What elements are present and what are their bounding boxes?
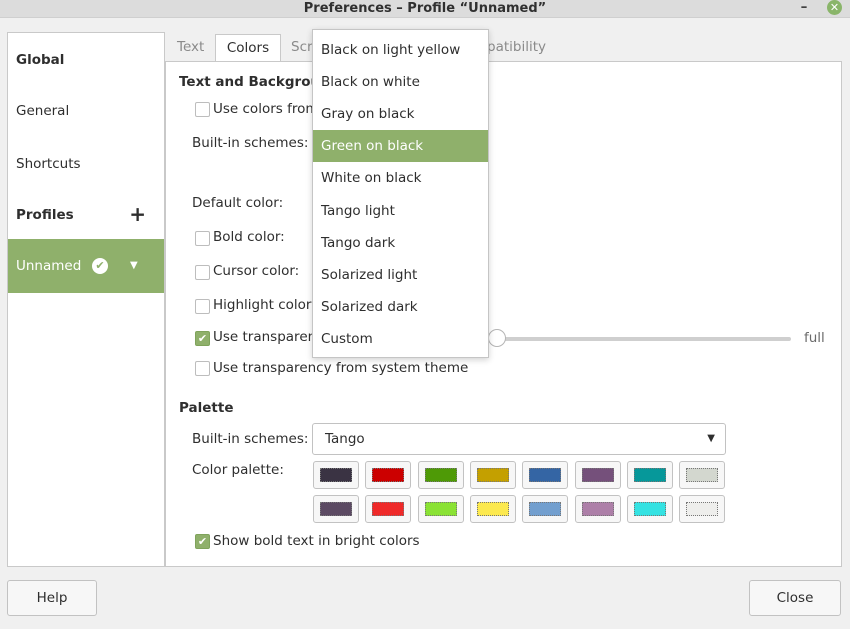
color-palette-label: Color palette: (192, 462, 284, 478)
menu-item-scheme[interactable]: Black on white (313, 66, 488, 98)
section-title-text-background: Text and Backgroun (179, 74, 330, 90)
palette-scheme-value: Tango (325, 431, 365, 447)
use-system-colors-checkbox[interactable] (195, 102, 210, 117)
palette-color-swatch (424, 468, 457, 482)
bold-color-label: Bold color: (213, 229, 285, 245)
palette-color-swatch (633, 468, 666, 482)
cursor-color-label: Cursor color: (213, 263, 300, 279)
sidebar-item-general[interactable]: General (8, 84, 164, 138)
menu-item-scheme[interactable]: Gray on black (313, 98, 488, 130)
profiles-label: Profiles (16, 207, 74, 223)
title-bar: Preferences – Profile “Unnamed” – ✕ (0, 0, 850, 18)
palette-color-button[interactable] (469, 461, 516, 489)
palette-color-button[interactable] (522, 461, 569, 489)
chevron-down-icon: ▼ (707, 433, 715, 444)
palette-color-swatch (529, 502, 562, 516)
palette-section-title: Palette (179, 400, 234, 416)
palette-color-swatch (424, 502, 457, 516)
menu-item-scheme[interactable]: White on black (313, 162, 488, 194)
menu-item-scheme[interactable]: Solarized dark (313, 291, 488, 323)
palette-color-button[interactable] (574, 461, 621, 489)
palette-color-swatch (581, 468, 614, 482)
tab-text[interactable]: Text (177, 34, 204, 62)
highlight-color-checkbox[interactable] (195, 299, 210, 314)
palette-color-swatch (320, 502, 352, 516)
palette-schemes-label: Built-in schemes: (192, 431, 309, 447)
add-profile-icon[interactable]: + (129, 188, 146, 240)
tab-scrolling[interactable]: Scr (291, 34, 313, 62)
menu-item-scheme[interactable]: Tango dark (313, 227, 488, 259)
palette-color-swatch (372, 502, 405, 516)
default-profile-check-icon: ✔ (92, 258, 108, 274)
sidebar: Global General Shortcuts Profiles + Unna… (7, 32, 165, 567)
palette-scheme-select[interactable]: Tango ▼ (312, 423, 726, 455)
palette-color-button[interactable] (469, 495, 516, 523)
bold-color-checkbox[interactable] (195, 231, 210, 246)
builtin-schemes-label: Built-in schemes: (192, 135, 309, 151)
use-transparent-checkbox[interactable]: ✔ (195, 331, 210, 346)
sidebar-heading-profiles: Profiles + (8, 188, 164, 242)
palette-color-swatch (372, 468, 405, 482)
highlight-color-label: Highlight color: (213, 297, 316, 313)
palette-color-button[interactable] (417, 461, 464, 489)
close-button[interactable]: Close (749, 580, 841, 616)
menu-item-scheme[interactable]: Custom (313, 323, 488, 355)
palette-color-button[interactable] (574, 495, 621, 523)
tab-compatibility[interactable]: patibility (487, 34, 546, 62)
palette-color-swatch (581, 502, 614, 516)
transparency-slider-track[interactable] (497, 337, 791, 341)
use-transparent-label: Use transparent (213, 329, 322, 345)
cursor-color-checkbox[interactable] (195, 265, 210, 280)
palette-color-swatch (686, 468, 719, 482)
palette-color-swatch (476, 468, 509, 482)
minimize-icon[interactable]: – (795, 0, 813, 18)
palette-color-button[interactable] (626, 495, 673, 523)
palette-color-button[interactable] (522, 495, 569, 523)
palette-color-button[interactable] (313, 461, 359, 489)
sidebar-heading-global: Global (16, 52, 65, 68)
sidebar-item-shortcuts[interactable]: Shortcuts (8, 137, 164, 191)
palette-color-button[interactable] (679, 495, 726, 523)
palette-color-button[interactable] (313, 495, 359, 523)
use-transparency-system-label: Use transparency from system theme (213, 360, 469, 376)
palette-color-button[interactable] (626, 461, 673, 489)
menu-item-scheme[interactable]: Black on light yellow (313, 34, 488, 66)
default-color-label: Default color: (192, 195, 284, 211)
palette-color-button[interactable] (365, 495, 412, 523)
palette-color-button[interactable] (679, 461, 726, 489)
profile-menu-chevron-down-icon[interactable]: ▼ (130, 239, 138, 293)
use-system-colors-label: Use colors from (213, 101, 319, 117)
help-button[interactable]: Help (7, 580, 97, 616)
window-title: Preferences – Profile “Unnamed” (303, 1, 547, 16)
close-window-icon[interactable]: ✕ (827, 0, 842, 15)
palette-color-swatch (476, 502, 509, 516)
tab-colors[interactable]: Colors (215, 34, 281, 63)
show-bold-bright-label: Show bold text in bright colors (213, 533, 420, 549)
menu-item-scheme[interactable]: Green on black (313, 130, 488, 163)
palette-color-swatch (320, 468, 352, 482)
palette-color-button[interactable] (365, 461, 412, 489)
profile-name: Unnamed (16, 258, 82, 274)
sidebar-item-profile-unnamed[interactable]: Unnamed ✔ ▼ (8, 239, 164, 293)
palette-color-swatch (686, 502, 719, 516)
use-transparency-system-checkbox[interactable] (195, 361, 210, 376)
builtin-schemes-dropdown-menu: Black on light yellow Black on white Gray … (312, 29, 489, 358)
show-bold-bright-checkbox[interactable]: ✔ (195, 534, 210, 549)
palette-color-swatch (529, 468, 562, 482)
menu-item-scheme[interactable]: Tango light (313, 195, 488, 227)
menu-item-scheme[interactable]: Solarized light (313, 259, 488, 291)
palette-color-swatch (633, 502, 666, 516)
transparency-slider-handle[interactable] (488, 329, 506, 347)
palette-color-button[interactable] (417, 495, 464, 523)
slider-end-label: full (804, 330, 825, 346)
